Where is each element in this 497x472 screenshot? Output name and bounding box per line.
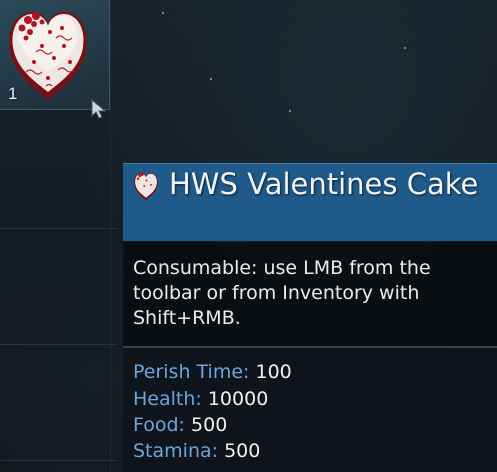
inventory-slot[interactable]: 1 (0, 0, 110, 110)
stat-value: 100 (255, 361, 292, 383)
stat-value: 500 (191, 414, 228, 436)
stat-label: Stamina: (133, 440, 219, 462)
star (210, 78, 212, 80)
stat-food: Food: 500 (133, 413, 227, 437)
stat-label: Perish Time: (133, 361, 250, 383)
stat-label: Food: (133, 414, 185, 436)
tooltip-description-panel: Consumable: use LMB from the toolbar or … (123, 241, 497, 346)
item-count: 1 (8, 84, 18, 103)
stat-health: Health: 10000 (133, 387, 268, 411)
stat-value: 500 (224, 440, 261, 462)
inventory-grid-line (0, 460, 118, 461)
tooltip-header: HWS Valentines Cake (123, 163, 497, 241)
item-tooltip: HWS Valentines Cake Consumable: use LMB … (123, 163, 497, 472)
stat-value: 10000 (207, 388, 269, 410)
heart-cake-icon (134, 172, 158, 201)
star (162, 12, 164, 14)
heart-cake-icon (9, 12, 87, 100)
inventory-grid-line (0, 344, 118, 345)
mouse-cursor-icon (91, 98, 107, 119)
inventory-grid-line (0, 228, 118, 229)
tooltip-stats-panel: Perish Time: 100 Health: 10000 Food: 500… (123, 348, 497, 472)
stat-perish-time: Perish Time: 100 (133, 360, 292, 384)
stat-stamina: Stamina: 500 (133, 439, 260, 463)
star (289, 110, 291, 112)
item-description: Consumable: use LMB from the toolbar or … (133, 257, 431, 329)
stat-label: Health: (133, 388, 202, 410)
item-title: HWS Valentines Cake (169, 167, 479, 201)
star (404, 47, 406, 49)
inventory-grid-line (110, 0, 111, 472)
